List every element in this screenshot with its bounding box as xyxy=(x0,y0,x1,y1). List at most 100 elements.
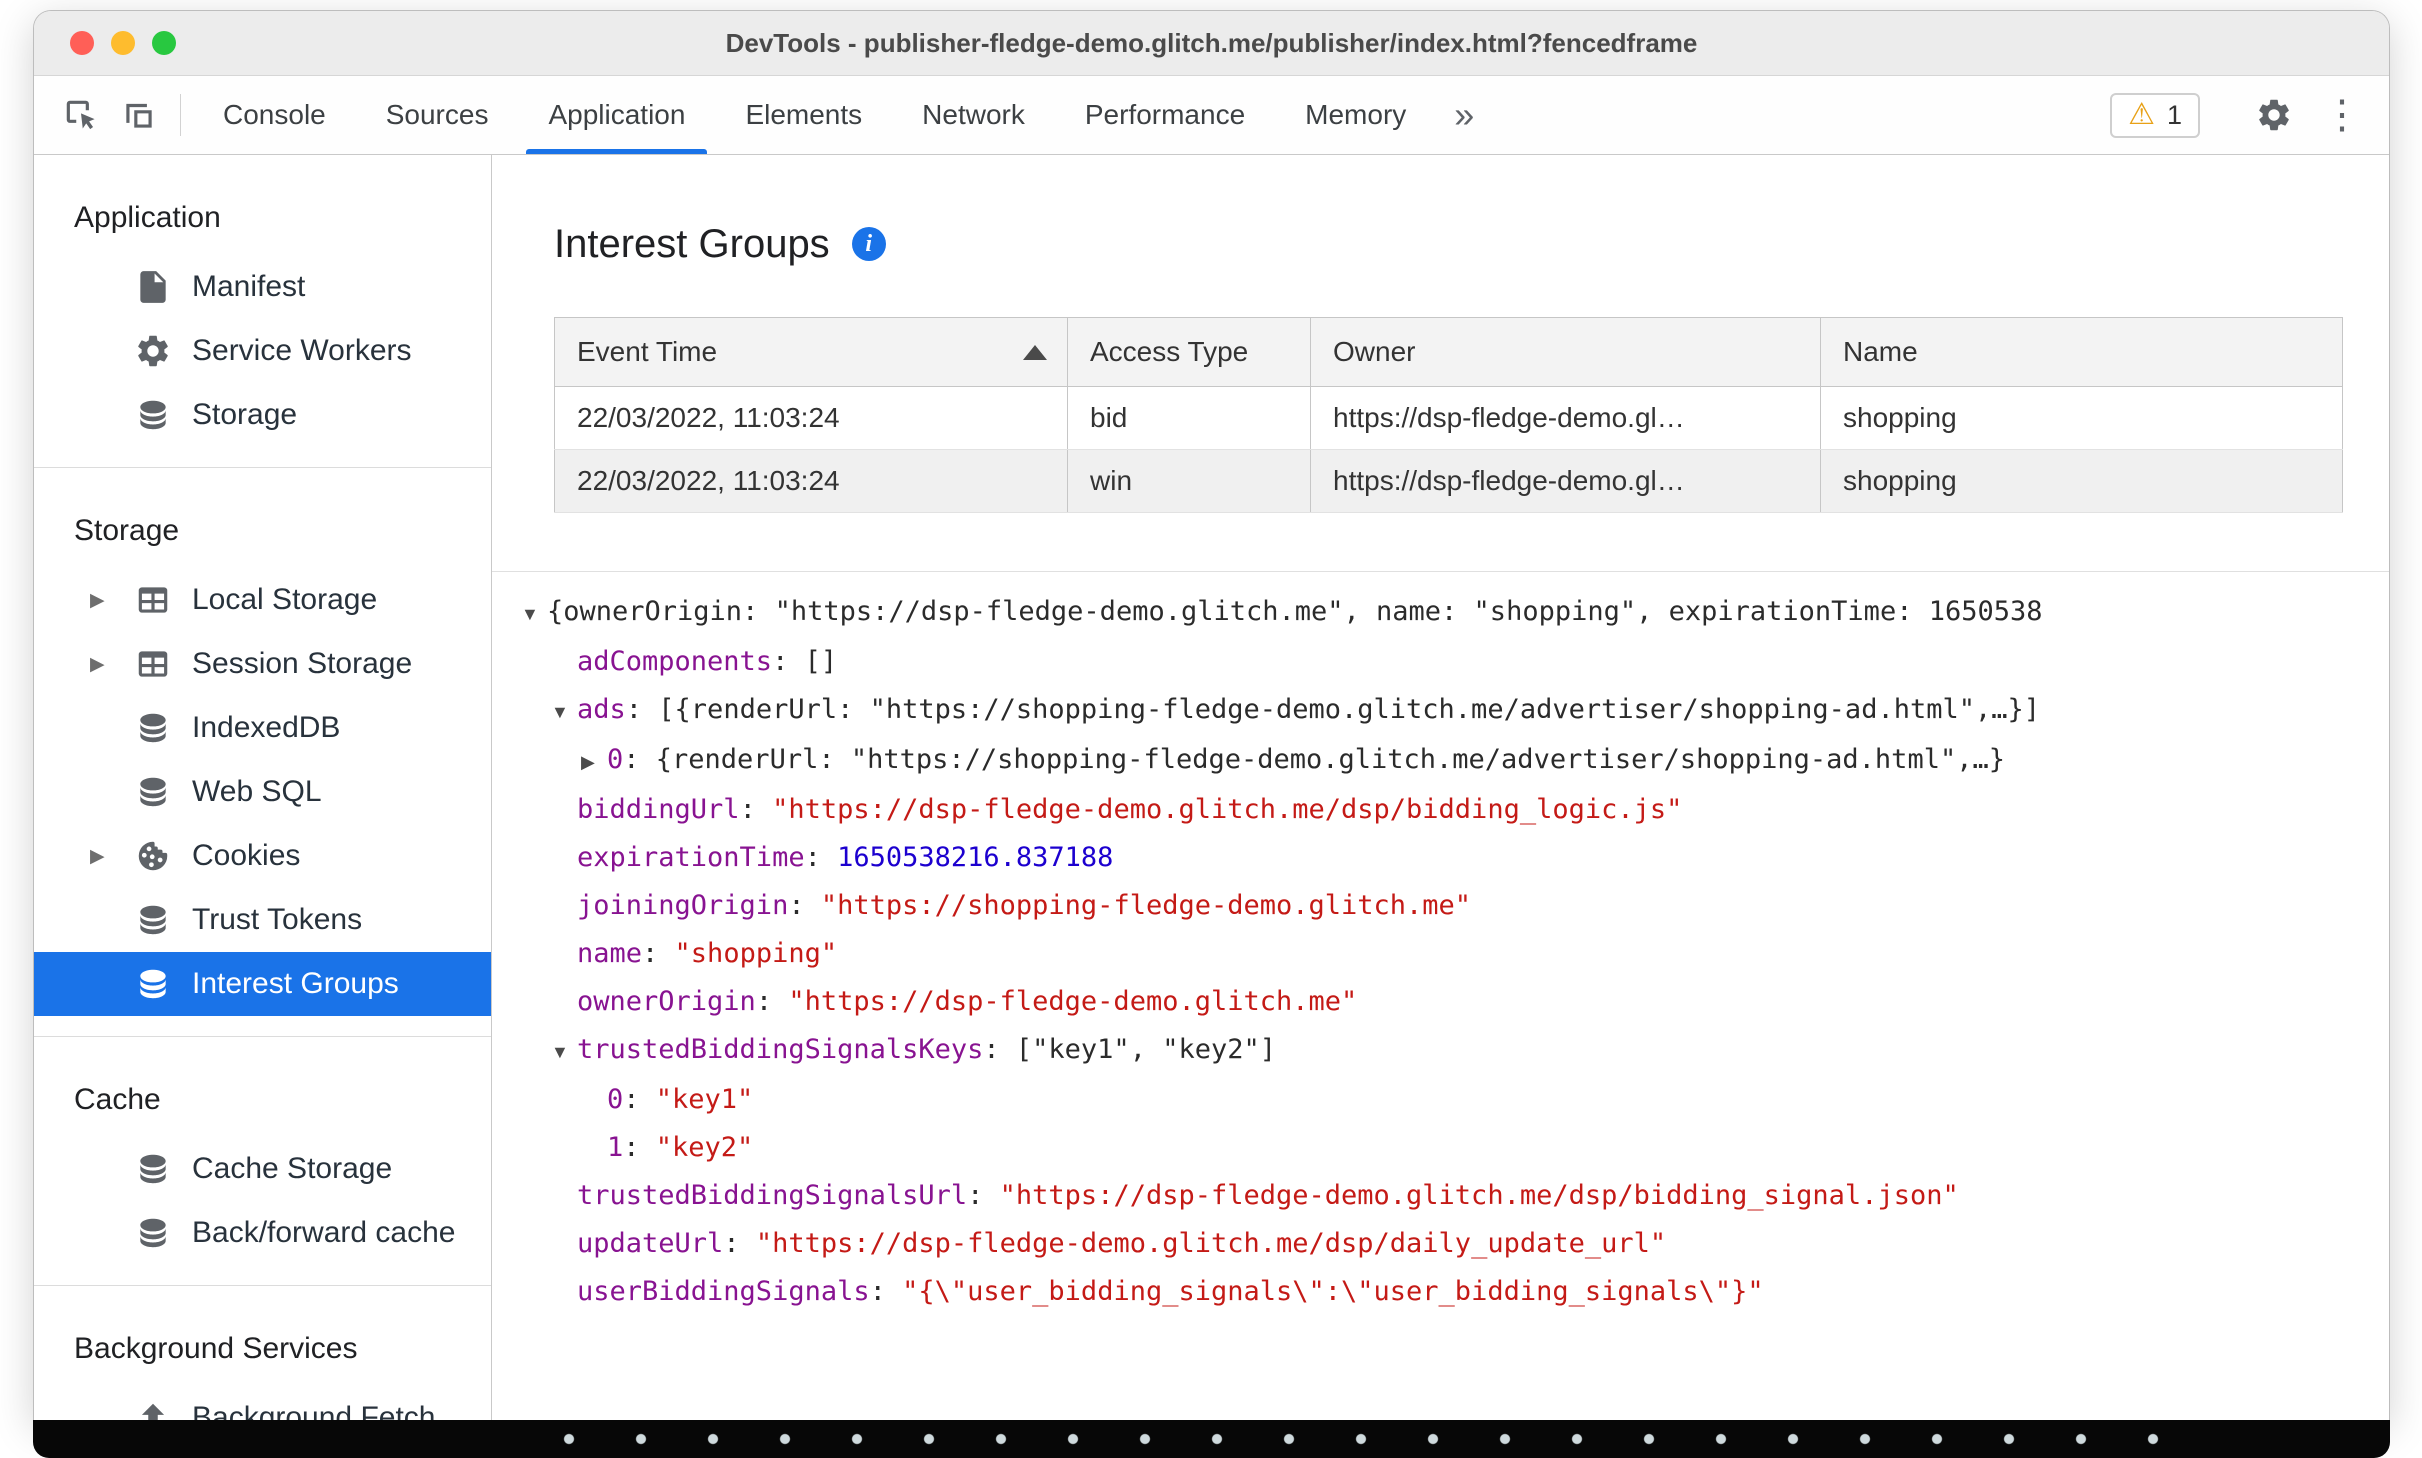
zoom-window-button[interactable] xyxy=(152,31,176,55)
close-window-button[interactable] xyxy=(70,31,94,55)
table-cell: https://dsp-fledge-demo.gl… xyxy=(1310,449,1821,513)
interest-groups-table: Event Time Access Type Owner Name 22/03/202… xyxy=(554,317,2343,513)
issues-badge[interactable]: 1 xyxy=(2110,92,2200,138)
sidebar-item-session-storage[interactable]: ▶ Session Storage xyxy=(34,632,491,696)
menu-button[interactable] xyxy=(2313,92,2371,138)
device-toolbar-button[interactable] xyxy=(110,76,168,154)
collapse-icon[interactable]: ▼ xyxy=(521,590,547,638)
tree-segment-string: "key1" xyxy=(655,1084,754,1115)
tree-segment-plain: : xyxy=(967,1180,1000,1211)
tree-segment-string: "shopping" xyxy=(674,938,838,969)
sidebar-item-indexeddb[interactable]: IndexedDB xyxy=(34,696,491,760)
tree-segment-plain: : xyxy=(739,794,773,825)
info-icon[interactable] xyxy=(851,227,886,261)
tree-segment-key: updateUrl xyxy=(577,1228,724,1259)
tree-line: joiningOrigin: "https://shopping-fledge-… xyxy=(492,882,2389,930)
settings-button[interactable] xyxy=(2245,96,2303,134)
table-cell: bid xyxy=(1067,386,1311,450)
tab-sources[interactable]: Sources xyxy=(356,76,519,154)
tree-line: 1: "key2" xyxy=(492,1124,2389,1172)
sidebar-item-trust-tokens[interactable]: Trust Tokens xyxy=(34,888,491,952)
tree-segment-string: "{\"user_bidding_signals\":\"user_biddin… xyxy=(902,1276,1764,1307)
devtools-toolbar: Console Sources Application Elements Network… xyxy=(34,76,2389,155)
tree-segment-plain: {ownerOrigin: "https://dsp-fledge-demo.g… xyxy=(547,596,2043,627)
tree-segment-plain: : xyxy=(755,986,789,1017)
expand-arrow-icon[interactable]: ▶ xyxy=(90,653,134,676)
expand-arrow-icon[interactable]: ▶ xyxy=(90,845,134,868)
gear-icon xyxy=(138,335,168,367)
json-tree: ▼ {ownerOrigin: "https://dsp-fledge-demo.… xyxy=(492,571,2389,1316)
collapse-icon[interactable]: ▼ xyxy=(551,1028,577,1076)
column-header-event-time[interactable]: Event Time xyxy=(554,317,1068,387)
more-tabs-button[interactable]: » xyxy=(1436,76,1492,154)
table-icon xyxy=(138,651,168,677)
tab-application[interactable]: Application xyxy=(518,76,715,154)
expand-arrow-icon[interactable]: ▶ xyxy=(90,589,134,612)
sidebar-item-label: Cache Storage xyxy=(192,1152,393,1185)
column-header-owner[interactable]: Owner xyxy=(1310,317,1821,387)
sidebar-item-label: Service Workers xyxy=(192,334,412,367)
sidebar-item-label: Cookies xyxy=(192,839,301,872)
tree-segment-plain: : xyxy=(869,1276,903,1307)
database-icon xyxy=(140,905,166,935)
document-icon xyxy=(140,271,166,303)
sidebar-item-label: Web SQL xyxy=(192,775,322,808)
database-icon xyxy=(140,777,166,807)
tab-memory[interactable]: Memory xyxy=(1275,76,1436,154)
table-cell: 22/03/2022, 11:03:24 xyxy=(554,449,1068,513)
sidebar-item-label: Background Fetch xyxy=(192,1401,436,1420)
sidebar-item-web-sql[interactable]: Web SQL xyxy=(34,760,491,824)
tree-segment-plain: : xyxy=(804,842,838,873)
sidebar-item-interest-groups[interactable]: Interest Groups xyxy=(34,952,491,1016)
sidebar-item-local-storage[interactable]: ▶ Local Storage xyxy=(34,568,491,632)
column-header-name[interactable]: Name xyxy=(1820,317,2343,387)
sidebar-section-cache: Cache Cache Storage Back/forward cache xyxy=(34,1037,491,1286)
main-panel: Interest Groups Event TimeAccess TypeOwn… xyxy=(492,155,2389,1420)
sidebar-item-label: Back/forward cache xyxy=(192,1216,456,1249)
tree-line: expirationTime: 1650538216.837188 xyxy=(492,834,2389,882)
tree-segment-plain: : [] xyxy=(772,646,838,677)
tree-segment-string: "https://dsp-fledge-demo.glitch.me" xyxy=(788,986,1358,1017)
kebab-menu-icon xyxy=(2322,92,2362,138)
database-icon xyxy=(140,1154,166,1184)
tree-segment-key: joiningOrigin xyxy=(577,890,789,921)
tree-segment-plain: : xyxy=(788,890,821,921)
sidebar-item-cache-storage[interactable]: Cache Storage xyxy=(34,1137,491,1201)
sidebar-item-back-forward-cache[interactable]: Back/forward cache xyxy=(34,1201,491,1265)
tree-segment-plain: : xyxy=(623,1084,656,1115)
expand-icon[interactable]: ▶ xyxy=(581,738,607,786)
tab-performance[interactable]: Performance xyxy=(1055,76,1275,154)
column-header-access-type[interactable]: Access Type xyxy=(1067,317,1311,387)
sidebar-item-label: Trust Tokens xyxy=(192,903,363,936)
gear-icon xyxy=(2259,99,2289,131)
table-row[interactable]: 22/03/2022, 11:03:24 win https://dsp-fledg… xyxy=(554,449,2343,513)
tab-elements[interactable]: Elements xyxy=(715,76,892,154)
sidebar-item-service-workers[interactable]: Service Workers xyxy=(34,319,491,383)
tree-segment-key: 0 xyxy=(607,1084,624,1115)
sidebar-item-storage[interactable]: Storage xyxy=(34,383,491,447)
tree-line: ▼ ads: [{renderUrl: "https://shopping-fle… xyxy=(492,686,2389,736)
collapse-icon[interactable]: ▼ xyxy=(551,688,577,736)
sidebar-item-background-fetch[interactable]: Background Fetch xyxy=(34,1386,491,1420)
minimize-window-button[interactable] xyxy=(111,31,135,55)
window-title: DevTools - publisher-fledge-demo.glitch.… xyxy=(725,27,1698,58)
sidebar-item-manifest[interactable]: Manifest xyxy=(34,255,491,319)
page-title-row: Interest Groups xyxy=(554,217,2389,271)
tab-console[interactable]: Console xyxy=(193,76,356,154)
tree-line: adComponents: [] xyxy=(492,638,2389,686)
tree-segment-plain: : xyxy=(623,1132,656,1163)
tree-segment-string: "https://dsp-fledge-demo.glitch.me/dsp/b… xyxy=(772,794,1683,825)
tree-line: name: "shopping" xyxy=(492,930,2389,978)
section-title: Background Services xyxy=(74,1332,358,1365)
inspect-element-button[interactable] xyxy=(52,76,110,154)
devtools-content: Application Manifest Service Workers Storag… xyxy=(34,155,2389,1420)
tree-segment-key: ownerOrigin xyxy=(577,986,756,1017)
sidebar-item-cookies[interactable]: ▶ Cookies xyxy=(34,824,491,888)
table-row[interactable]: 22/03/2022, 11:03:24 bid https://dsp-fledg… xyxy=(554,386,2343,450)
fetch-icon xyxy=(141,1403,165,1420)
database-icon xyxy=(140,713,166,743)
table-icon xyxy=(138,587,168,613)
tree-segment-string: "https://dsp-fledge-demo.glitch.me/dsp/d… xyxy=(755,1228,1667,1259)
tab-network[interactable]: Network xyxy=(892,76,1055,154)
table-cell: 22/03/2022, 11:03:24 xyxy=(554,386,1068,450)
